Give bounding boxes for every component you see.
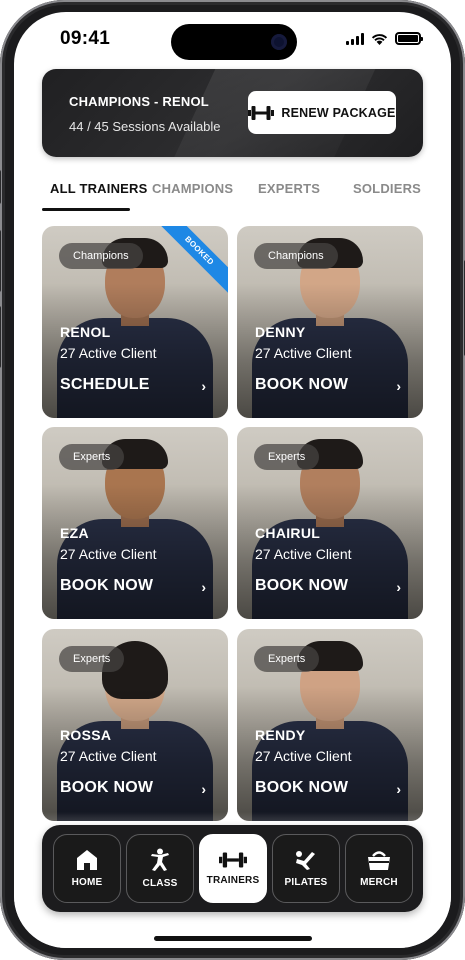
tier-badge: Experts [59, 646, 125, 672]
trainer-tabs: ALL TRAINERS CHAMPIONS EXPERTS SOLDIERS [42, 177, 423, 211]
trainer-client-count: 27 Active Client [60, 345, 157, 361]
status-icons [346, 32, 423, 45]
home-indicator[interactable] [154, 936, 312, 941]
wifi-icon [371, 33, 388, 45]
nav-home[interactable]: HOME [53, 834, 121, 903]
chevron-right-icon[interactable]: › [201, 781, 206, 797]
volume-down-button [0, 306, 1, 368]
phone-frame: 09:41 CHAMPIONS - RENOL 44 / 45 Sessions… [0, 0, 465, 960]
renew-package-label: RENEW PACKAGE [281, 105, 396, 120]
trainer-client-count: 27 Active Client [60, 748, 157, 764]
trainer-client-count: 27 Active Client [255, 345, 352, 361]
trainer-card[interactable]: Champions DENNY 27 Active Client BOOK NO… [237, 226, 423, 418]
pilates-icon [296, 851, 315, 870]
bottom-nav: HOME CLASS TRAINERS PILATES MERCH [42, 825, 423, 912]
chevron-right-icon[interactable]: › [396, 378, 401, 394]
tab-all-trainers[interactable]: ALL TRAINERS [50, 181, 148, 196]
trainer-client-count: 27 Active Client [60, 546, 157, 562]
battery-icon [395, 32, 423, 45]
tier-badge: Experts [59, 444, 125, 470]
book-now-button[interactable]: BOOK NOW [60, 779, 153, 797]
trainer-client-count: 27 Active Client [255, 546, 352, 562]
trainer-name: DENNY [255, 324, 306, 340]
trainer-name: RENOL [60, 324, 111, 340]
home-icon [77, 850, 97, 870]
tier-badge: Experts [254, 646, 320, 672]
trainer-card[interactable]: BOOKED Champions RENOL 27 Active Client … [42, 226, 228, 418]
nav-merch[interactable]: MERCH [345, 834, 413, 903]
trainer-card[interactable]: Experts RENDY 27 Active Client BOOK NOW … [237, 629, 423, 821]
chevron-right-icon[interactable]: › [396, 781, 401, 797]
chevron-right-icon[interactable]: › [396, 579, 401, 595]
book-now-button[interactable]: BOOK NOW [60, 577, 153, 595]
renew-package-button[interactable]: RENEW PACKAGE [248, 91, 396, 134]
trainer-name: RENDY [255, 727, 306, 743]
cellular-signal-icon [346, 32, 364, 45]
app-screen: 09:41 CHAMPIONS - RENOL 44 / 45 Sessions… [14, 12, 451, 948]
package-card: CHAMPIONS - RENOL 44 / 45 Sessions Avail… [42, 69, 423, 157]
tab-soldiers[interactable]: SOLDIERS [353, 181, 421, 196]
status-time: 09:41 [60, 28, 111, 49]
trainer-name: EZA [60, 525, 89, 541]
tier-badge: Champions [59, 243, 143, 269]
trainer-client-count: 27 Active Client [255, 748, 352, 764]
active-tab-indicator [42, 208, 130, 211]
trainer-card[interactable]: Experts CHAIRUL 27 Active Client BOOK NO… [237, 427, 423, 619]
chevron-right-icon[interactable]: › [201, 378, 206, 394]
nav-pilates-label: PILATES [284, 877, 328, 888]
person-exercise-icon [151, 848, 169, 871]
nav-trainers[interactable]: TRAINERS [199, 834, 267, 903]
nav-class[interactable]: CLASS [126, 834, 194, 903]
trainer-name: ROSSA [60, 727, 112, 743]
trainer-name: CHAIRUL [255, 525, 321, 541]
nav-merch-label: MERCH [360, 877, 398, 888]
trainer-card[interactable]: Experts ROSSA 27 Active Client BOOK NOW … [42, 629, 228, 821]
dumbbell-icon [219, 852, 247, 868]
volume-up-button [0, 230, 1, 292]
dynamic-island [171, 24, 297, 60]
nav-home-label: HOME [71, 877, 103, 888]
nav-class-label: CLASS [142, 878, 178, 889]
book-now-button[interactable]: BOOK NOW [255, 779, 348, 797]
status-bar: 09:41 [14, 12, 451, 68]
sessions-available: 44 / 45 Sessions Available [69, 119, 221, 134]
schedule-button[interactable]: SCHEDULE [60, 376, 150, 394]
bag-icon [368, 851, 390, 870]
dumbbell-icon [248, 105, 275, 120]
chevron-right-icon[interactable]: › [201, 579, 206, 595]
tier-badge: Champions [254, 243, 338, 269]
book-now-button[interactable]: BOOK NOW [255, 577, 348, 595]
book-now-button[interactable]: BOOK NOW [255, 376, 348, 394]
camera-icon [271, 34, 287, 50]
nav-trainers-label: TRAINERS [206, 875, 260, 886]
package-title: CHAMPIONS - RENOL [69, 94, 209, 109]
side-button [0, 170, 1, 204]
tab-experts[interactable]: EXPERTS [258, 181, 320, 196]
tier-badge: Experts [254, 444, 320, 470]
trainer-card[interactable]: Experts EZA 27 Active Client BOOK NOW › [42, 427, 228, 619]
tab-champions[interactable]: CHAMPIONS [152, 181, 233, 196]
nav-pilates[interactable]: PILATES [272, 834, 340, 903]
